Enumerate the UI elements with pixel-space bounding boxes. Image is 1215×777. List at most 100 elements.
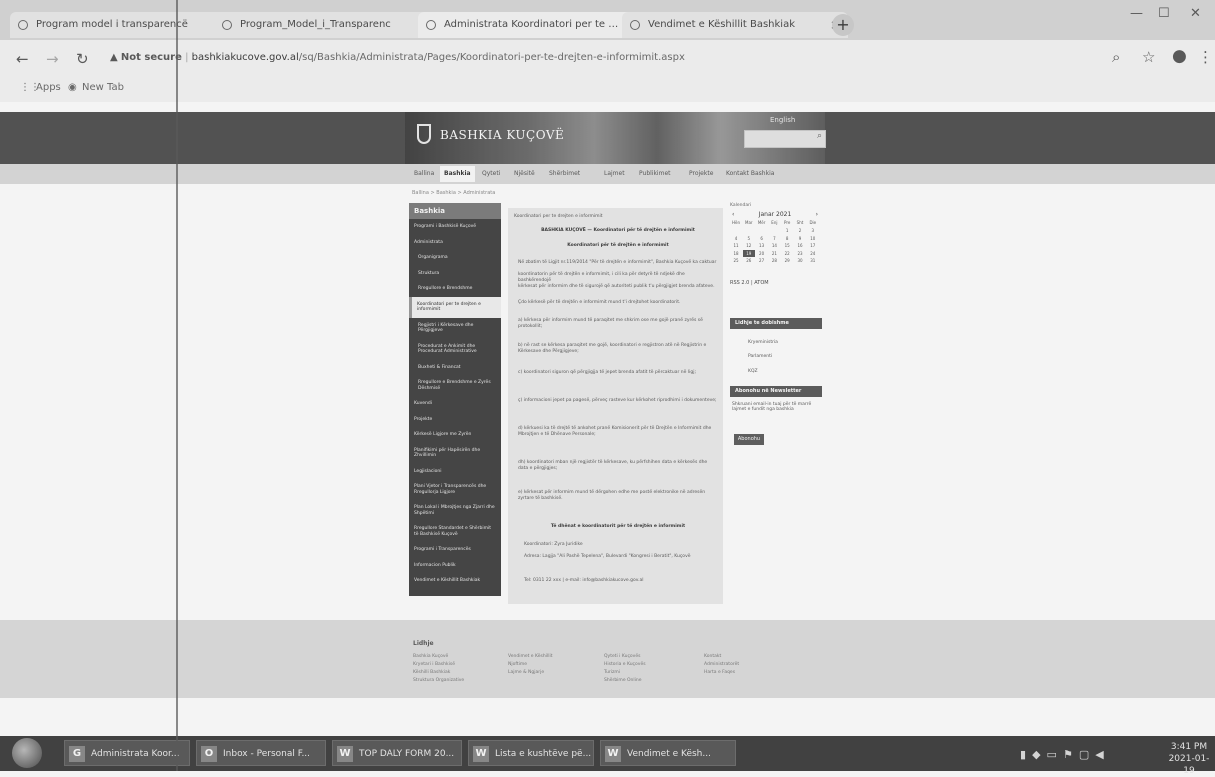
bookmark-new-tab[interactable]: New Tab [82,82,124,93]
sidebar-item[interactable]: Plani Vjetor i Transparencës dhe Rregull… [409,479,501,500]
sidebar-item[interactable]: Administrata [409,235,501,251]
profile-icon[interactable]: ● [1172,46,1187,66]
calendar-day[interactable]: 31 [807,257,819,264]
search-icon[interactable]: ⌕ [817,131,822,141]
sidebar-item[interactable]: Planifikimi për Hapësirën dhe Zhvillimin [409,443,501,464]
footer-link[interactable]: Bashkia Kuçovë [413,654,448,659]
taskbar-button[interactable]: W Vendimet e Kësh... [600,740,736,766]
footer-link[interactable]: Shërbime Online [604,678,642,683]
maximize-icon[interactable]: ☐ [1158,6,1170,21]
useful-link[interactable]: KQZ [748,369,758,374]
site-search-input[interactable]: ⌕ [744,130,826,148]
sidebar-item[interactable]: Rregullore e Brendshme [409,281,501,297]
taskbar-button[interactable]: W TOP DALY FORM 20... [332,740,462,766]
footer-link[interactable]: Kontakt [704,654,721,659]
next-month-icon[interactable]: › [816,211,818,218]
menu-dots-icon[interactable]: ⋮ [1198,48,1213,66]
browser-tab-1[interactable]: Program model i transparencë × [10,12,236,38]
site-title[interactable]: BASHKIA KUÇOVË [440,128,564,142]
footer-link[interactable]: Vendimet e Këshillit [508,654,552,659]
useful-link[interactable]: Parlamenti [748,354,772,359]
menu-item[interactable]: Publikimet [635,166,675,182]
sidebar-item[interactable]: Kuvendi [409,396,501,412]
calendar-day[interactable]: 3 [807,227,819,234]
sidebar-item[interactable]: Programi i Transparencës [409,542,501,558]
calendar-day[interactable]: 9 [794,235,806,242]
forward-icon[interactable]: → [46,50,59,68]
calendar-day[interactable]: 22 [781,250,793,257]
sidebar-item[interactable]: Organigrama [409,250,501,266]
calendar-day[interactable]: 14 [768,242,780,249]
menu-item[interactable]: Projekte [685,166,717,182]
footer-link[interactable]: Qyteti i Kuçovës [604,654,640,659]
footer-link[interactable]: Turizmi [604,670,620,675]
footer-link[interactable]: Njoftime [508,662,527,667]
footer-link[interactable]: Kryetari i Bashkisë [413,662,455,667]
footer-link[interactable]: Harta e Faqes [704,670,735,675]
calendar-day[interactable]: 21 [768,250,780,257]
sidebar-item[interactable]: Rregullore e Brendshme e Zyrës Dëshmisë [409,375,501,396]
menu-item-active[interactable]: Bashkia [440,166,475,182]
bookmark-star-icon[interactable]: ☆ [1142,48,1155,66]
calendar-day[interactable]: 8 [781,235,793,242]
breadcrumb[interactable]: Ballina > Bashkia > Administrata [412,190,495,196]
sidebar-item[interactable]: Vendimet e Këshillit Bashkiak [409,573,501,589]
useful-link[interactable]: Kryeministria [748,340,778,345]
calendar-day[interactable]: 20 [756,250,768,257]
battery-icon[interactable]: ▭ [1047,748,1063,761]
calendar-day[interactable]: 16 [794,242,806,249]
menu-item[interactable]: Lajmet [600,166,629,182]
url-field[interactable]: ▲ Not secure | bashkiakucove.gov.al/sq/B… [110,48,1110,68]
close-window-icon[interactable]: ✕ [1190,6,1201,21]
calendar-day[interactable]: 25 [730,257,742,264]
calendar-day[interactable]: 12 [743,242,755,249]
zoom-icon[interactable]: ⌕ [1112,48,1120,66]
taskbar-button[interactable]: G Administrata Koor... [64,740,190,766]
calendar-day[interactable]: 5 [743,235,755,242]
volume-icon[interactable]: ◀ [1095,748,1109,761]
system-tray[interactable]: ▮◆▭⚑▢◀ [1020,748,1110,761]
sidebar-item[interactable]: Struktura [409,266,501,282]
menu-item[interactable]: Kontakt Bashkia [722,166,778,182]
calendar-day[interactable]: 26 [743,257,755,264]
calendar-day[interactable]: 13 [756,242,768,249]
calendar-day[interactable]: 1 [781,227,793,234]
taskbar-button[interactable]: O Inbox - Personal F... [196,740,326,766]
sidebar-item[interactable]: Regjistri i Kërkesave dhe Përgjigjeve [409,318,501,339]
sidebar-item[interactable]: Procedurat e Ankimit dhe Procedurat Admi… [409,339,501,360]
new-tab-button[interactable]: + [832,14,854,36]
calendar-day[interactable]: 30 [794,257,806,264]
calendar-day[interactable]: 28 [768,257,780,264]
app-tray-icon[interactable]: ◆ [1032,748,1046,761]
calendar-day[interactable]: 7 [768,235,780,242]
calendar-day[interactable]: 18 [730,250,742,257]
calendar-day[interactable]: 11 [730,242,742,249]
sidebar-item[interactable]: Buxheti & Financat [409,360,501,376]
sidebar-item[interactable]: Rregullore Standardet e Shërbimit të Bas… [409,521,501,542]
menu-item[interactable]: Ballina [410,166,438,182]
display-icon[interactable]: ▢ [1079,748,1095,761]
calendar-day[interactable]: 2 [794,227,806,234]
back-icon[interactable]: ← [16,50,29,68]
rss-links[interactable]: RSS 2.0 | ATOM [730,280,769,286]
calendar-day[interactable]: 4 [730,235,742,242]
reload-icon[interactable]: ↻ [76,50,89,68]
browser-tab-2[interactable]: Program_Model_i_Transparenc × [214,12,440,38]
menu-item[interactable]: Qyteti [478,166,504,182]
sidebar-item[interactable]: Legjislacioni [409,464,501,480]
calendar-day[interactable]: 19 [742,249,755,257]
calendar-day[interactable]: 6 [756,235,768,242]
calendar-day[interactable]: 27 [756,257,768,264]
flag-icon[interactable]: ⚑ [1063,748,1079,761]
browser-tab-4[interactable]: Vendimet e Këshillit Bashkiak × [622,12,848,38]
bookmark-apps[interactable]: Apps [36,82,61,93]
minimize-icon[interactable]: — [1130,6,1143,21]
sidebar-item-active[interactable]: Koordinatori per te drejten e informimit [409,296,501,318]
calendar-day[interactable]: 10 [807,235,819,242]
sidebar-item[interactable]: Kërkesë Ligjore me Zyrën [409,427,501,443]
subscribe-button[interactable]: Abonohu [734,434,764,445]
footer-link[interactable]: Struktura Organizative [413,678,464,683]
footer-link[interactable]: Këshilli Bashkiak [413,670,450,675]
start-button[interactable] [12,738,42,768]
footer-link[interactable]: Administratorët [704,662,739,667]
